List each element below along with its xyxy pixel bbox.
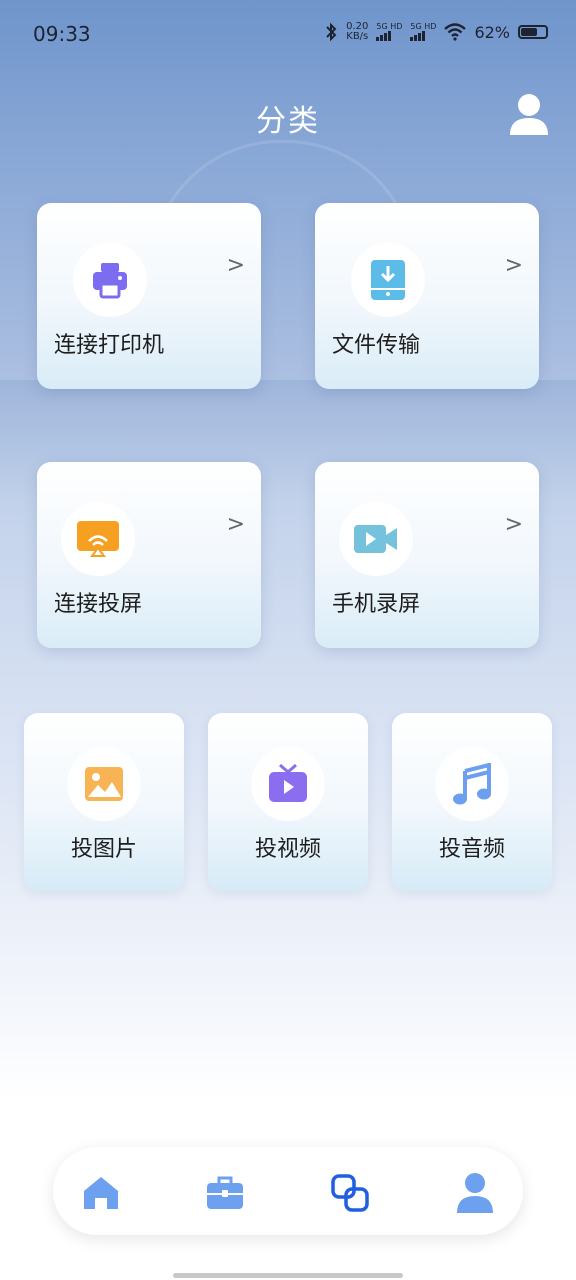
status-time: 09:33 [33, 22, 91, 46]
card-cast-video[interactable]: 投视频 [208, 713, 368, 891]
card-label: 连接打印机 [54, 333, 165, 358]
card-connect-cast[interactable]: > 连接投屏 [37, 462, 261, 648]
signal-sim2-label: 5G HD [410, 22, 437, 31]
card-label: 投视频 [254, 837, 321, 862]
chevron-right-icon: > [504, 253, 523, 278]
page-title: 分类 [256, 104, 320, 139]
status-bar: 09:33 0.20 KB/s 5G HD 5G HD 62% [0, 0, 576, 72]
bluetooth-icon [326, 22, 337, 42]
battery-percent: 62% [474, 22, 510, 42]
signal-sim1: 5G HD [376, 23, 402, 41]
cast-screen-icon-circle [61, 502, 135, 576]
nav-toolbox[interactable] [203, 1171, 247, 1215]
image-icon [85, 767, 123, 801]
music-icon [453, 763, 491, 805]
wifi-icon [444, 23, 467, 41]
signal-sim2: 5G HD [410, 23, 436, 41]
chevron-right-icon: > [226, 512, 245, 537]
user-profile-icon[interactable] [508, 92, 550, 136]
card-connect-printer[interactable]: > 连接打印机 [37, 203, 261, 389]
chevron-right-icon: > [226, 253, 245, 278]
card-label: 投音频 [438, 837, 505, 862]
card-label: 手机录屏 [332, 592, 421, 617]
chevron-right-icon: > [504, 512, 523, 537]
network-speed-unit: KB/s [346, 31, 369, 42]
status-indicators: 0.20 KB/s 5G HD 5G HD 62% [324, 22, 548, 42]
card-cast-audio[interactable]: 投音频 [392, 713, 552, 891]
signal-sim1-label: 5G HD [376, 22, 403, 31]
home-indicator[interactable] [173, 1273, 403, 1278]
battery-icon [518, 25, 548, 39]
cast-screen-icon [77, 521, 119, 557]
signal-bars-icon [376, 31, 402, 41]
home-icon [84, 1177, 118, 1209]
card-file-transfer[interactable]: > 文件传输 [315, 203, 539, 389]
tv-video-icon [269, 763, 307, 802]
music-icon-circle [435, 747, 509, 821]
network-speed: 0.20 KB/s [346, 22, 368, 42]
printer-icon [93, 263, 127, 299]
printer-icon-circle [73, 243, 147, 317]
file-transfer-icon [371, 260, 405, 300]
screen-record-icon [354, 525, 397, 553]
signal-bars-icon [410, 31, 436, 41]
nav-category[interactable] [328, 1171, 372, 1215]
card-label: 连接投屏 [54, 592, 143, 617]
toolbox-icon [207, 1176, 243, 1209]
bottom-nav [53, 1147, 523, 1235]
file-transfer-icon-circle [351, 243, 425, 317]
nav-profile[interactable] [453, 1171, 497, 1215]
card-label: 文件传输 [332, 333, 421, 358]
nav-home[interactable] [79, 1171, 123, 1215]
category-icon [331, 1174, 369, 1212]
card-cast-image[interactable]: 投图片 [24, 713, 184, 891]
card-label: 投图片 [70, 837, 137, 862]
image-icon-circle [67, 747, 141, 821]
tv-video-icon-circle [251, 747, 325, 821]
profile-icon [457, 1173, 493, 1213]
screen-record-icon-circle [339, 502, 413, 576]
card-screen-record[interactable]: > 手机录屏 [315, 462, 539, 648]
